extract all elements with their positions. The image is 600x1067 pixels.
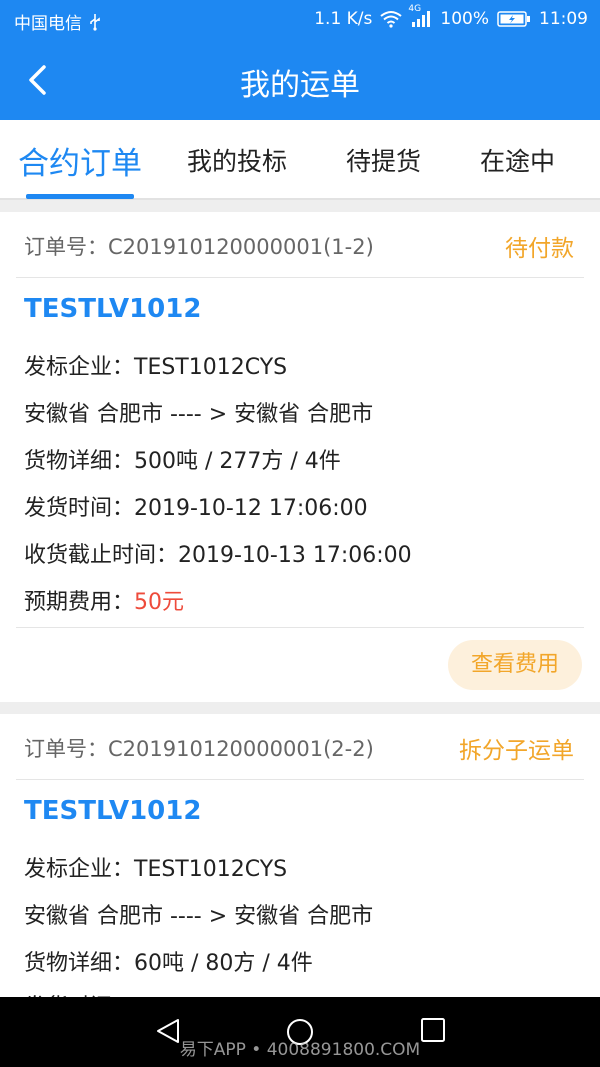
order-card[interactable]: 订单号：C201910120000001(2-2) 拆分子运单 TESTLV10… (0, 714, 600, 1020)
tab-awaiting-pickup[interactable]: 待提货 (346, 142, 421, 178)
expected-fee: 预期费用：50元 (24, 584, 184, 616)
order-status: 待付款 (505, 236, 574, 262)
order-number: 订单号：C201910120000001(2-2) (24, 737, 374, 761)
order-title: TESTLV1012 (24, 796, 202, 826)
page-title: 我的运单 (240, 68, 360, 103)
order-card-header: 订单号：C201910120000001(1-2) 待付款 (16, 212, 584, 278)
network-type: 4G (408, 4, 422, 14)
tab-my-bids[interactable]: 我的投标 (187, 142, 287, 178)
order-number: 订单号：C201910120000001(1-2) (24, 235, 374, 259)
carrier-name: 中国电信 (14, 14, 82, 34)
expected-fee-value: 50元 (134, 590, 185, 615)
order-title: TESTLV1012 (24, 294, 202, 324)
order-card-header: 订单号：C201910120000001(2-2) 拆分子运单 (16, 714, 584, 780)
route: 安徽省 合肥市 ---- > 安徽省 合肥市 (24, 402, 374, 427)
tab-contract-orders[interactable]: 合约订单 (18, 138, 142, 183)
net-speed: 1.1 K/s (314, 9, 373, 29)
watermark: 易下APP • 4008891800.COM (179, 1040, 421, 1060)
signal-icon: 4G (408, 4, 432, 28)
goods-detail: 货物详细：60吨 / 80方 / 4件 (24, 951, 313, 976)
clock: 11:09 (539, 9, 588, 29)
status-bar: 中国电信 1.1 K/s 4G 100% 11:09 (0, 0, 600, 40)
divider (16, 627, 584, 628)
goods-detail: 货物详细：500吨 / 277方 / 4件 (24, 449, 341, 474)
route: 安徽省 合肥市 ---- > 安徽省 合肥市 (24, 904, 374, 929)
order-card[interactable]: 订单号：C201910120000001(1-2) 待付款 TESTLV1012… (0, 212, 600, 702)
issuer-company: 发标企业：TEST1012CYS (24, 355, 288, 380)
expected-fee-label: 预期费用： (24, 590, 135, 615)
issuer-company: 发标企业：TEST1012CYS (24, 857, 288, 882)
ship-time: 发货时间：2019-10-12 17:06:00 (24, 496, 368, 521)
receive-deadline: 收货截止时间：2019-10-13 17:06:00 (24, 543, 412, 568)
app-header: 我的运单 (0, 40, 600, 120)
order-status[interactable]: 拆分子运单 (459, 731, 574, 765)
wifi-icon (380, 10, 403, 28)
active-tab-indicator (26, 194, 134, 199)
battery-percent: 100% (440, 9, 489, 29)
battery-icon (497, 10, 531, 28)
usb-icon (88, 13, 102, 31)
view-fee-button[interactable]: 查看费用 (448, 640, 582, 690)
tab-in-transit[interactable]: 在途中 (480, 142, 555, 178)
tab-bar: 合约订单 我的投标 待提货 在途中 (0, 120, 600, 200)
